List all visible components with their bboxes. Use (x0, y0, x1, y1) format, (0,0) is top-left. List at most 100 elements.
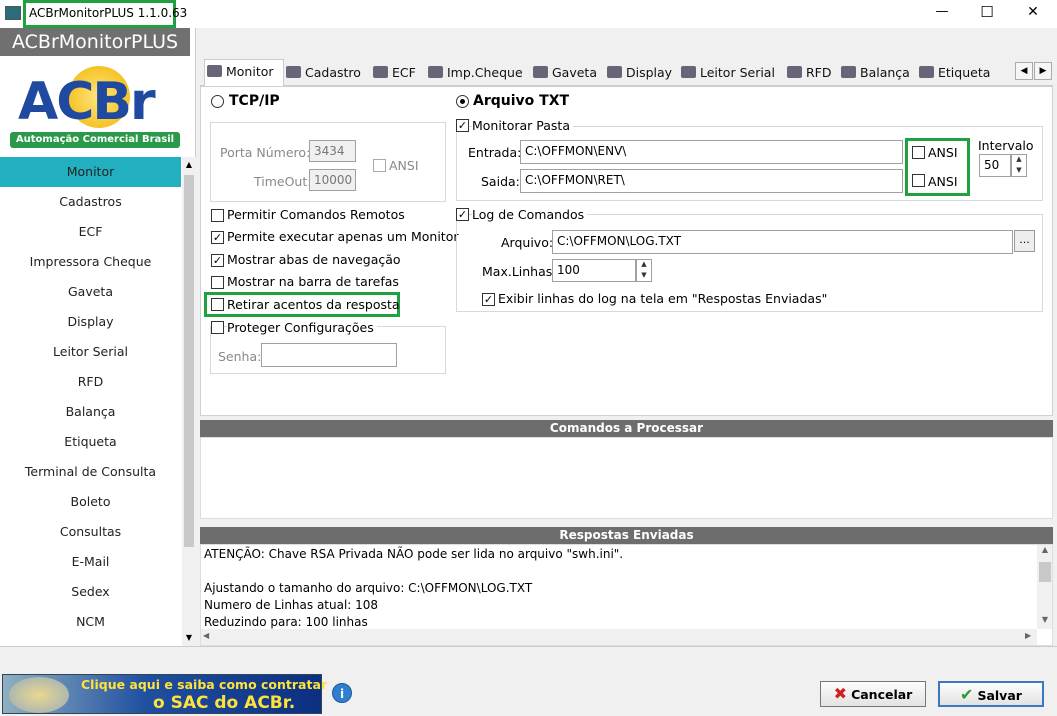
comandos-area[interactable] (200, 437, 1053, 519)
info-icon[interactable]: i (332, 683, 352, 703)
scroll-thumb[interactable] (184, 175, 194, 547)
timeout-field[interactable]: 10000 (309, 169, 356, 191)
sidebar-item-13[interactable]: E-Mail (0, 547, 181, 577)
tcp-radio[interactable] (211, 95, 224, 108)
window-title: ACBrMonitorPLUS 1.1.0.63 (29, 6, 188, 20)
maximize-button[interactable]: ☐ (975, 3, 999, 21)
title-bar: ACBrMonitorPLUS 1.1.0.63 — ☐ ✕ (0, 0, 1057, 28)
respostas-line: ATENÇÃO: Chave RSA Privada NÃO pode ser … (204, 547, 624, 561)
save-button[interactable]: ✔ Salvar (938, 681, 1044, 707)
sac-banner[interactable]: Clique aqui e saiba como contratar o SAC… (2, 674, 327, 714)
tcp-ansi-label: ANSI (389, 158, 419, 173)
exibir-log-checkbox[interactable]: ✓ (482, 293, 495, 306)
tab-4[interactable]: Gaveta (533, 61, 605, 85)
tab-scroll-right-icon[interactable]: ▶ (1034, 62, 1052, 80)
tab-1[interactable]: Cadastro (286, 61, 371, 85)
scroll-down-icon[interactable]: ▼ (182, 630, 196, 646)
respostas-line: Ajustando o tamanho do arquivo: C:\OFFMO… (204, 581, 533, 595)
banner-line1: Clique aqui e saiba como contratar (81, 677, 328, 692)
tab-5[interactable]: Display (607, 61, 679, 85)
respostas-vscroll[interactable]: ▲ ▼ (1037, 545, 1052, 629)
mostrar-abas-checkbox[interactable]: ✓ (211, 254, 224, 267)
sidebar-item-10[interactable]: Terminal de Consulta (0, 457, 181, 487)
sidebar-item-0[interactable]: Monitor (0, 157, 181, 187)
respostas-hscroll[interactable]: ◀ ▶ (201, 629, 1037, 645)
spin-down-icon[interactable]: ▼ (637, 271, 651, 279)
monitorar-checkbox[interactable]: ✓ (456, 119, 469, 132)
browse-button[interactable]: ... (1014, 230, 1035, 252)
sidebar-item-1[interactable]: Cadastros (0, 187, 181, 217)
sidebar-item-6[interactable]: Leitor Serial (0, 337, 181, 367)
tab-9[interactable]: Etiqueta (919, 61, 997, 85)
sidebar-item-5[interactable]: Display (0, 307, 181, 337)
saida-ansi-checkbox[interactable] (912, 174, 925, 187)
sidebar-item-2[interactable]: ECF (0, 217, 181, 247)
saida-label: Saida: (481, 174, 520, 189)
scroll-right-icon[interactable]: ▶ (1025, 631, 1031, 640)
sidebar-item-7[interactable]: RFD (0, 367, 181, 397)
spin-up-icon[interactable]: ▲ (1012, 155, 1026, 163)
retirar-acentos-checkbox[interactable] (211, 298, 224, 311)
spin-up-icon[interactable]: ▲ (637, 260, 651, 268)
entrada-ansi-checkbox[interactable] (912, 146, 925, 159)
porta-field[interactable]: 3434 (309, 140, 356, 162)
mostrar-barra-checkbox[interactable] (211, 276, 224, 289)
sidebar-item-8[interactable]: Balança (0, 397, 181, 427)
scroll-up-icon[interactable]: ▲ (182, 157, 196, 173)
scroll-up-icon[interactable]: ▲ (1037, 545, 1052, 554)
tab-3[interactable]: Imp.Cheque (428, 61, 531, 85)
tab-icon (373, 66, 388, 78)
saida-field[interactable]: C:\OFFMON\RET\ (520, 169, 903, 193)
tab-label: Balança (860, 65, 910, 80)
permitir-remotos-checkbox[interactable] (211, 209, 224, 222)
tcp-ansi-checkbox[interactable] (373, 159, 386, 172)
tab-label: Display (626, 65, 673, 80)
tab-icon (787, 66, 802, 78)
comandos-header: Comandos a Processar (200, 420, 1053, 437)
sidebar-item-15[interactable]: NCM (0, 607, 181, 637)
cancel-label: Cancelar (851, 687, 913, 702)
save-icon: ✔ (960, 685, 974, 704)
txt-radio[interactable] (456, 95, 469, 108)
scroll-down-icon[interactable]: ▼ (1037, 615, 1052, 624)
tab-0[interactable]: Monitor (204, 59, 284, 87)
sidebar-item-4[interactable]: Gaveta (0, 277, 181, 307)
arquivo-field[interactable]: C:\OFFMON\LOG.TXT (552, 230, 1013, 254)
scroll-left-icon[interactable]: ◀ (203, 631, 209, 640)
sidebar-item-11[interactable]: Boleto (0, 487, 181, 517)
tab-7[interactable]: RFD (787, 61, 839, 85)
sidebar-item-14[interactable]: Sedex (0, 577, 181, 607)
tab-6[interactable]: Leitor Serial (681, 61, 785, 85)
log-checkbox[interactable]: ✓ (456, 208, 469, 221)
exibir-log-label: Exibir linhas do log na tela em "Respost… (498, 291, 828, 306)
respostas-area[interactable]: ATENÇÃO: Chave RSA Privada NÃO pode ser … (200, 544, 1053, 646)
tab-label: ECF (392, 65, 416, 80)
tab-2[interactable]: ECF (373, 61, 426, 85)
spin-down-icon[interactable]: ▼ (1012, 166, 1026, 174)
sidebar-app-name: ACBrMonitorPLUS (0, 28, 190, 56)
intervalo-spin[interactable]: ▲ ▼ (1011, 154, 1027, 177)
retirar-acentos-label: Retirar acentos da resposta (227, 297, 400, 312)
entrada-field[interactable]: C:\OFFMON\ENV\ (520, 140, 903, 164)
cancel-button[interactable]: ✖ Cancelar (820, 681, 926, 707)
save-label: Salvar (977, 688, 1022, 703)
sidebar-scrollbar[interactable]: ▲ ▼ (182, 157, 196, 646)
max-linhas-field[interactable]: 100 (552, 259, 636, 282)
scroll-thumb[interactable] (1039, 562, 1051, 582)
tab-scroll-left-icon[interactable]: ◀ (1015, 62, 1033, 80)
tab-8[interactable]: Balança (841, 61, 917, 85)
intervalo-field[interactable]: 50 (979, 154, 1011, 177)
max-linhas-spin[interactable]: ▲ ▼ (636, 259, 652, 282)
respostas-header: Respostas Enviadas (200, 527, 1053, 544)
sidebar-item-3[interactable]: Impressora Cheque (0, 247, 181, 277)
sidebar-item-9[interactable]: Etiqueta (0, 427, 181, 457)
tab-icon (919, 66, 934, 78)
close-button[interactable]: ✕ (1021, 4, 1045, 20)
apenas-um-monitor-checkbox[interactable]: ✓ (211, 231, 224, 244)
sidebar-item-12[interactable]: Consultas (0, 517, 181, 547)
splitter[interactable] (200, 519, 1053, 527)
proteger-checkbox[interactable] (211, 321, 224, 334)
porta-label: Porta Número: (220, 145, 311, 160)
senha-field[interactable] (261, 343, 397, 367)
minimize-button[interactable]: — (930, 4, 954, 19)
